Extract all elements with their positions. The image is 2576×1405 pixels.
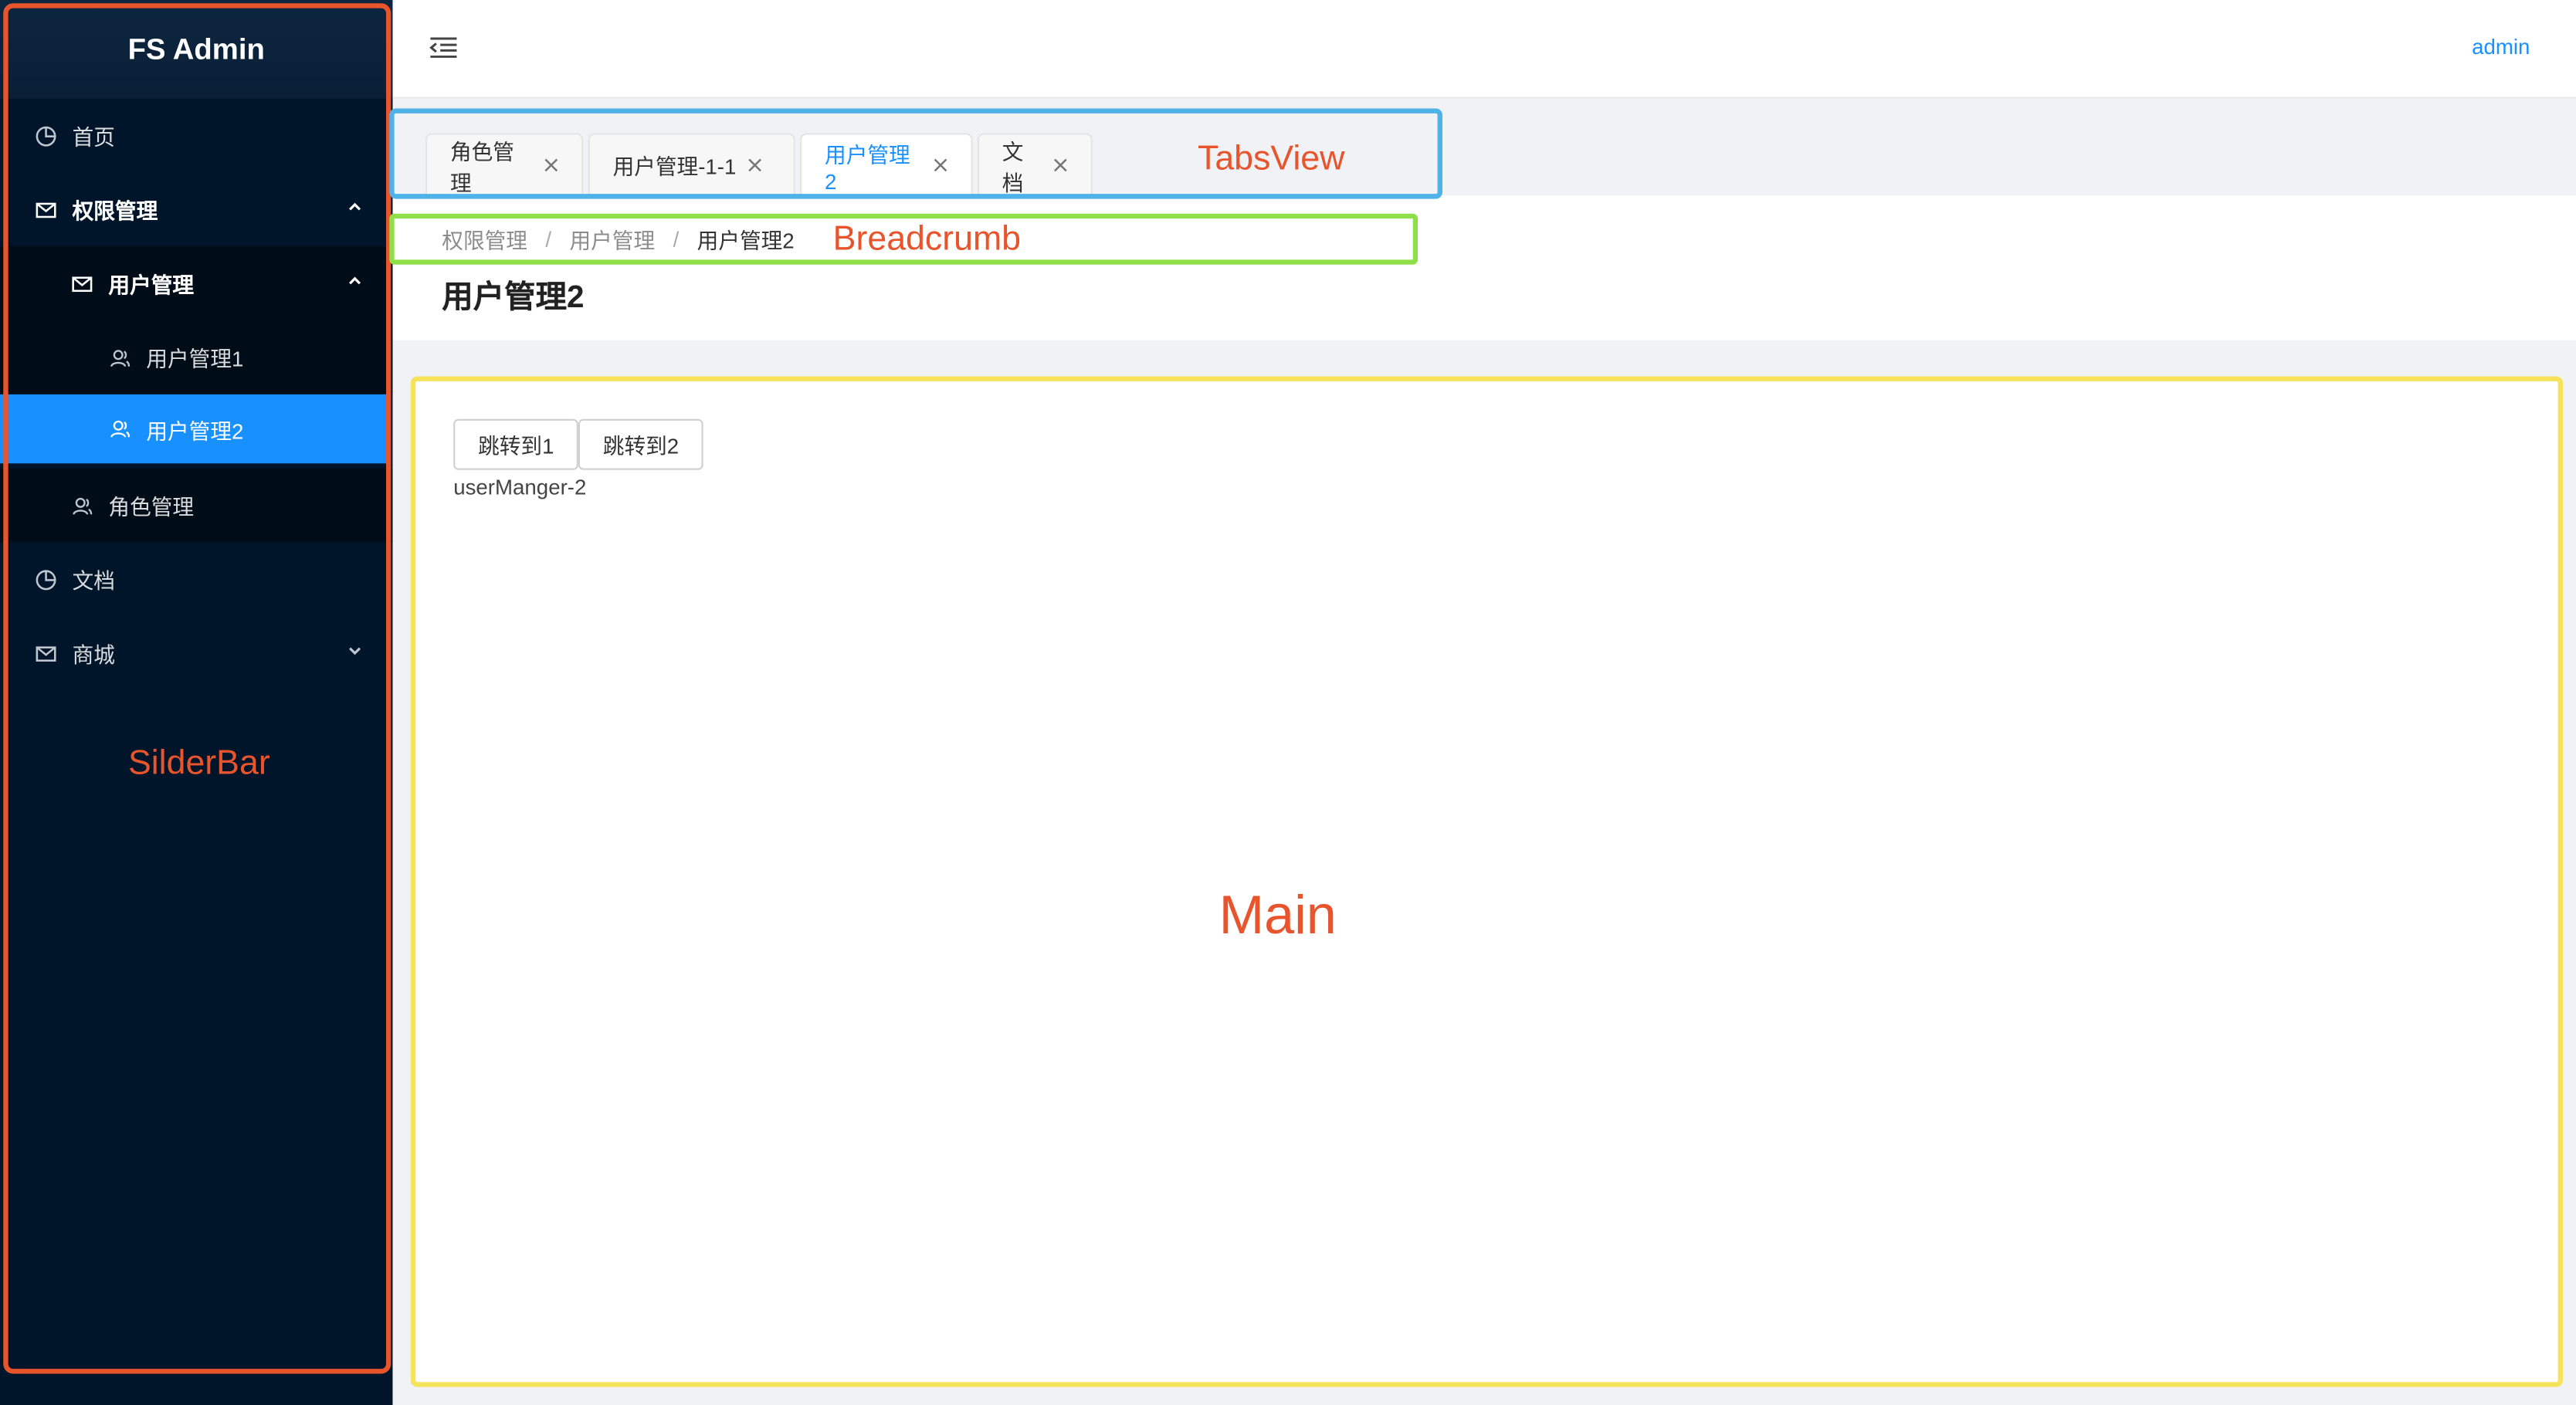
sidebar-item-shop[interactable]: 商城	[0, 616, 392, 690]
close-icon[interactable]	[746, 157, 762, 173]
pie-chart-icon	[33, 123, 59, 149]
sidebar-item-permissions[interactable]: 权限管理	[0, 173, 392, 247]
sidebar-item-user-management[interactable]: 用户管理	[0, 246, 393, 321]
app-window: FS Admin 首页 权限管理 用户管理 用户管理1 用户管理2 角色管理 文…	[0, 0, 2576, 1405]
goto-1-button[interactable]: 跳转到1	[453, 418, 579, 470]
tabs-view: 角色管理 用户管理-1-1 用户管理2 文档 TabsView	[392, 100, 2576, 196]
top-header: admin	[392, 0, 2576, 99]
sidebar-item-home[interactable]: 首页	[0, 99, 392, 173]
page-title: 用户管理2	[442, 280, 585, 316]
tab-user-management-1-1[interactable]: 用户管理-1-1	[588, 133, 795, 196]
team-icon	[69, 493, 95, 519]
chevron-up-icon	[344, 269, 367, 293]
tab-label: 用户管理-1-1	[612, 154, 737, 180]
team-icon	[107, 344, 133, 371]
page-header: 权限管理 / 用户管理 / 用户管理2 Breadcrumb 用户管理2	[392, 195, 2576, 340]
content-text: userManger-2	[453, 475, 587, 500]
app-logo[interactable]: FS Admin	[0, 0, 393, 99]
breadcrumb-item[interactable]: 用户管理	[569, 223, 655, 254]
pie-chart-icon	[33, 566, 59, 592]
sidebar-item-label: 首页	[72, 124, 115, 150]
chevron-up-icon	[344, 195, 367, 218]
sidebar-item-label: 文档	[72, 568, 115, 594]
breadcrumb: 权限管理 / 用户管理 / 用户管理2	[442, 223, 794, 254]
tab-label: 文档	[1002, 138, 1024, 195]
sidebar-item-role-management[interactable]: 角色管理	[0, 468, 393, 543]
sidebar-item-label: 商城	[72, 642, 115, 668]
tab-role-management[interactable]: 角色管理	[425, 133, 584, 196]
tab-docs[interactable]: 文档	[977, 133, 1093, 196]
mail-icon	[33, 640, 59, 666]
sidebar-item-label: 角色管理	[108, 494, 195, 520]
main-zone-label: Main	[1219, 884, 1337, 945]
sidebar-item-label: 权限管理	[72, 198, 158, 224]
sidebar-item-label: 用户管理	[108, 273, 195, 298]
close-icon[interactable]	[543, 157, 559, 173]
sidebar-zone-label: SilderBar	[127, 744, 270, 783]
breadcrumb-separator: /	[545, 226, 552, 252]
chevron-down-icon	[344, 639, 367, 662]
tab-label: 角色管理	[449, 138, 514, 195]
mail-icon	[69, 270, 95, 296]
app-title: FS Admin	[127, 32, 265, 66]
team-icon	[107, 416, 133, 442]
sidebar-item-label: 用户管理2	[146, 418, 244, 443]
goto-2-button[interactable]: 跳转到2	[578, 418, 704, 470]
sidebar-item-docs[interactable]: 文档	[0, 542, 392, 616]
menu-fold-icon[interactable]	[425, 29, 462, 66]
sidebar-item-user-management-1[interactable]: 用户管理1	[0, 320, 393, 394]
user-menu[interactable]: admin	[2472, 35, 2530, 59]
tab-user-management-2[interactable]: 用户管理2	[800, 133, 973, 196]
close-icon[interactable]	[931, 157, 947, 173]
sidebar-item-user-management-2[interactable]: 用户管理2	[0, 394, 390, 464]
sidebar: FS Admin 首页 权限管理 用户管理 用户管理1 用户管理2 角色管理 文…	[0, 0, 393, 1405]
breadcrumb-item[interactable]: 权限管理	[442, 223, 527, 254]
tabs-zone-label: TabsView	[1197, 139, 1345, 178]
mail-icon	[33, 196, 59, 222]
sidebar-item-label: 用户管理1	[146, 347, 244, 372]
main-content: 跳转到1 跳转到2 userManger-2 Main	[414, 377, 2560, 1386]
tab-label: 用户管理2	[825, 142, 910, 194]
close-icon[interactable]	[1052, 157, 1068, 173]
breadcrumb-separator: /	[673, 226, 680, 252]
breadcrumb-zone-label: Breadcrumb	[832, 220, 1022, 259]
breadcrumb-current: 用户管理2	[697, 228, 795, 253]
